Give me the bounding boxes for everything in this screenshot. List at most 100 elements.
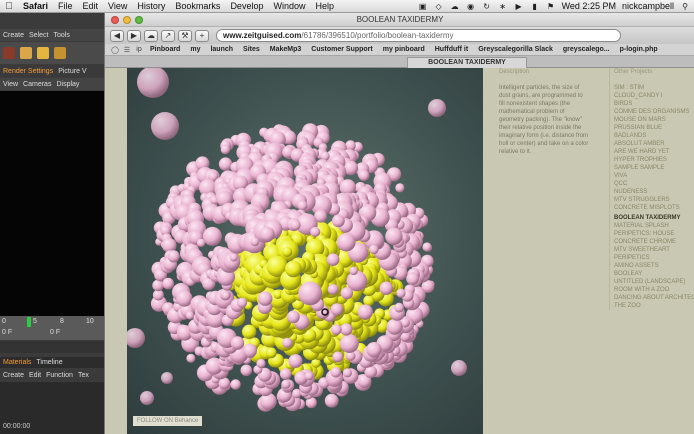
user-name[interactable]: nickcampbell [622,1,674,11]
follow-on-behance-link[interactable]: FOLLOW ON Behance [133,416,203,426]
new-tab-button[interactable]: + [195,29,209,42]
c4d-mat-function[interactable]: Function [46,372,73,379]
project-link[interactable]: BADLANDS [614,132,694,140]
project-link[interactable]: CLOUD_CANDY I [614,92,694,100]
wrench-icon[interactable]: ⚒ [178,29,192,42]
battery-icon[interactable]: ▮ [530,2,540,11]
artwork-image[interactable]: FOLLOW ON Behance [127,68,483,434]
menu-history[interactable]: History [132,1,170,11]
back-button[interactable]: ◀ [110,29,124,42]
project-link[interactable]: COMME DES ORGANISMS [614,108,694,116]
rotate-tool-icon[interactable] [54,47,66,59]
forward-button[interactable]: ▶ [127,29,141,42]
project-link[interactable]: MTV SWEETHEART [614,246,694,254]
tab-timeline[interactable]: Timeline [36,359,62,366]
project-link[interactable]: CONCRETE CHROME [614,238,694,246]
c4d-view[interactable]: View [3,81,18,88]
c4d-mat-texture[interactable]: Tex [78,372,89,379]
apple-menu-icon[interactable]:  [0,1,18,12]
project-link[interactable]: SIM : STIM [614,84,694,92]
project-link[interactable]: UNTITLED (LANDSCAPE) [614,278,694,286]
menu-edit[interactable]: Edit [78,1,104,11]
bookmark-my[interactable]: my [185,46,205,53]
menu-develop[interactable]: Develop [225,1,268,11]
address-bar[interactable]: www.zeitguised.com /61786/396510/portfol… [216,29,621,42]
menu-file[interactable]: File [53,1,78,11]
undo-tool-icon[interactable] [3,47,15,59]
c4d-mat-create[interactable]: Create [3,372,24,379]
camera-icon[interactable]: ▣ [418,2,428,11]
tab-materials[interactable]: Materials [3,359,31,366]
c4d-display[interactable]: Display [56,81,79,88]
project-link[interactable]: SAMPLE SAMPLE [614,164,694,172]
menu-window[interactable]: Window [268,1,310,11]
project-link[interactable]: THE ZOO [614,302,694,310]
bookmark-sites[interactable]: Sites [238,46,265,53]
wifi-icon[interactable]: ◉ [466,2,476,11]
bookmark-customer-support[interactable]: Customer Support [306,46,377,53]
frame-field-current[interactable]: 0 F [50,329,60,336]
c4d-menu-select[interactable]: Select [29,32,48,39]
frame-field-start[interactable]: 0 F [2,329,12,336]
project-link[interactable]: NUDENESS [614,188,694,196]
project-link[interactable]: CONCRETE MISPLOTS [614,204,694,212]
bookmark-p-login[interactable]: p-login.php [615,46,663,53]
bookmark-greyscalegorilla-slack[interactable]: Greyscalegorilla Slack [473,46,558,53]
volume-icon[interactable]: ▶ [514,2,524,11]
app-menu[interactable]: Safari [18,1,53,11]
description-heading: Description [499,69,530,75]
menu-bookmarks[interactable]: Bookmarks [170,1,225,11]
project-link[interactable]: DANCING ABOUT ARCHITECTURE [614,294,694,302]
clock[interactable]: Wed 2:25 PM [562,1,616,11]
c4d-viewport[interactable] [0,91,110,316]
time-machine-icon[interactable]: ↻ [482,2,492,11]
bookmark-greyscalego[interactable]: greyscalego... [558,46,615,53]
cloud-icon[interactable]: ☁ [450,2,460,11]
tab-picture-viewer[interactable]: Picture V [58,68,86,75]
project-link[interactable]: HYPER TROPHIES [614,156,694,164]
project-link[interactable]: ROOM WITH A ZOO [614,286,694,294]
c4d-cameras[interactable]: Cameras [23,81,51,88]
menu-help[interactable]: Help [310,1,339,11]
project-link[interactable]: PRUSSIAN BLUE [614,124,694,132]
bookmark-makemp3[interactable]: MakeMp3 [265,46,307,53]
show-bookmarks-icon[interactable]: ☰ [121,46,133,54]
c4d-timeline[interactable]: 0 5 8 10 0 F 0 F [0,316,110,340]
bookmark-pinboard[interactable]: Pinboard [145,46,185,53]
project-link[interactable]: AMINO ASSETS [614,262,694,270]
bookmark-my-pinboard[interactable]: my pinboard [378,46,430,53]
dropbox-icon[interactable]: ◇ [434,2,444,11]
move-tool-icon[interactable] [20,47,32,59]
project-link[interactable]: BIRDS [614,100,694,108]
share-icon[interactable]: ↗ [161,29,175,42]
project-link[interactable]: MOUSE ON MARS [614,116,694,124]
project-link[interactable]: MTV STRUGGLERS [614,196,694,204]
playhead-marker[interactable] [27,317,31,327]
project-link[interactable]: QCC [614,180,694,188]
project-link[interactable]: BOOLEAN TAXIDERMY [614,214,694,222]
flag-icon[interactable]: ⚑ [546,2,556,11]
project-link[interactable]: PERIPETICS [614,254,694,262]
bluetooth-icon[interactable]: ∗ [498,2,508,11]
timeline-tick: 0 [2,318,6,325]
menu-view[interactable]: View [103,1,132,11]
timecode: 00:00:00 [3,423,31,430]
project-link[interactable]: BOOLEAY [614,270,694,278]
tab-render-settings[interactable]: Render Settings [3,68,53,75]
tab-active[interactable]: BOOLEAN TAXIDERMY [407,57,527,68]
scale-tool-icon[interactable] [37,47,49,59]
project-link[interactable]: VIVA [614,172,694,180]
c4d-mat-edit[interactable]: Edit [29,372,41,379]
reading-list-icon[interactable]: ◯ [109,46,121,54]
project-link[interactable]: MATERIAL SPLASH [614,222,694,230]
c4d-menu-tools[interactable]: Tools [53,32,69,39]
bookmark-launch[interactable]: launch [205,46,238,53]
project-link[interactable]: ARE WE HARD YET [614,148,694,156]
project-link[interactable]: PERIPETICS: HOUSE [614,230,694,238]
c4d-menu-create[interactable]: Create [3,32,24,39]
spotlight-icon[interactable]: ⚲ [680,2,690,11]
bookmark-huffduff[interactable]: Huffduff it [430,46,473,53]
window-titlebar[interactable]: BOOLEAN TAXIDERMY [105,13,694,27]
icloud-tabs-icon[interactable]: ☁ [144,29,158,42]
project-link[interactable]: ABSOLUT AMBER [614,140,694,148]
